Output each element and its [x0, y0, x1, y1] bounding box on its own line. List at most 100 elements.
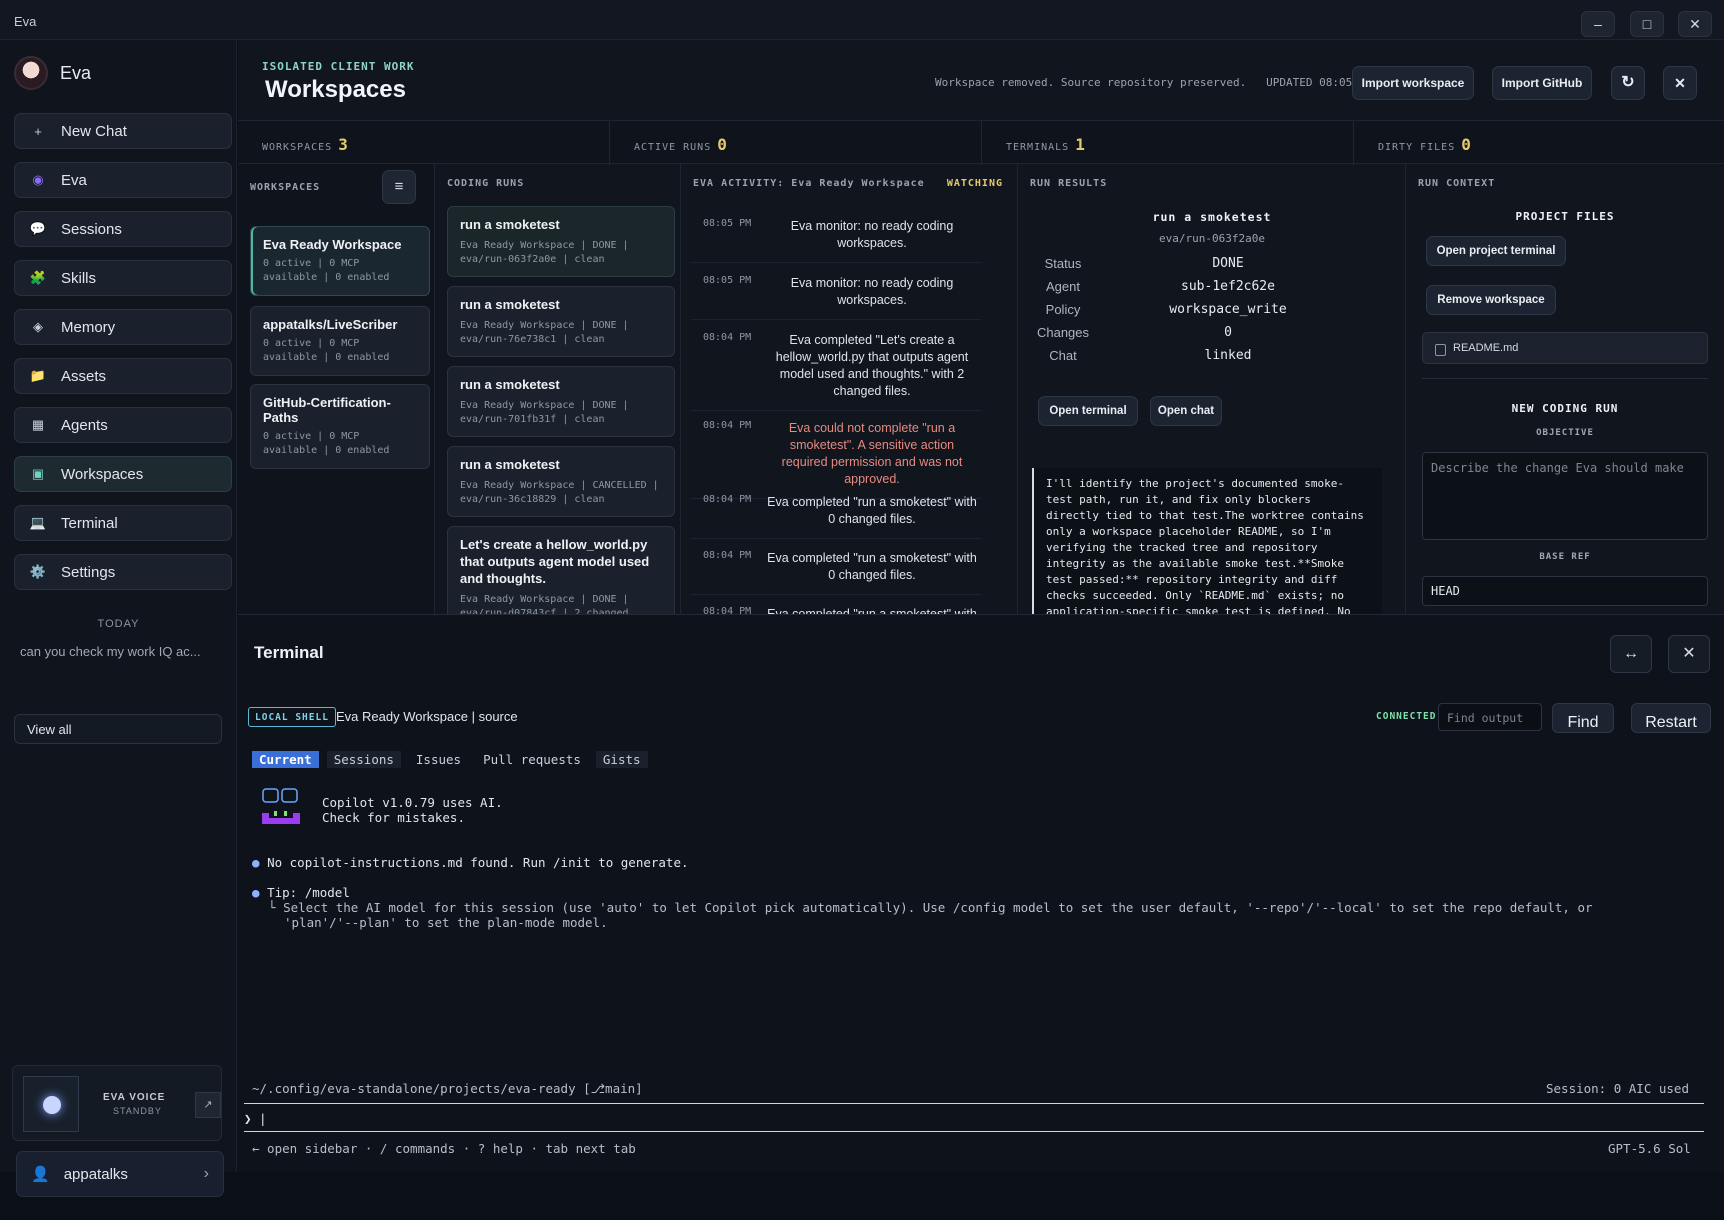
local-shell-badge: LOCAL SHELL: [248, 707, 336, 727]
voice-orb-icon[interactable]: [23, 1076, 79, 1132]
workspace-card[interactable]: GitHub-Certification-Paths 0 active | 0 …: [250, 384, 430, 469]
nav-terminal[interactable]: 💻 Terminal: [14, 505, 232, 541]
expand-icon[interactable]: ↗: [195, 1092, 221, 1118]
swap-horizontal-icon[interactable]: ↔: [1610, 635, 1652, 673]
nav-label: Assets: [61, 367, 107, 385]
tab-sessions[interactable]: Sessions: [326, 751, 401, 768]
run-title: Let's create a hellow_world.py that outp…: [460, 537, 650, 586]
tip-line: ● Tip: /model: [252, 885, 350, 900]
file-row-readme[interactable]: README.md: [1422, 332, 1708, 364]
workspace-card[interactable]: appatalks/LiveScriber 0 active | 0 MCP a…: [250, 306, 430, 376]
nav-sessions[interactable]: 💬 Sessions: [14, 211, 232, 247]
import-workspace-button[interactable]: Import workspace: [1352, 66, 1474, 100]
nav-label: Agents: [61, 416, 108, 434]
session-usage: Session: 0 AIC used: [1546, 1081, 1689, 1096]
objective-label: OBJECTIVE: [1536, 428, 1594, 438]
nav-assets[interactable]: 📁 Assets: [14, 358, 232, 394]
working-directory: ~/.config/eva-standalone/projects/eva-re…: [252, 1081, 643, 1096]
restart-button[interactable]: Restart: [1631, 703, 1711, 733]
import-github-button[interactable]: Import GitHub: [1492, 66, 1592, 100]
message-line: ● No copilot-instructions.md found. Run …: [252, 855, 689, 870]
activity-item-error: 08:04 PM Eva could not complete "run a sm…: [691, 420, 981, 499]
open-chat-button[interactable]: Open chat: [1150, 396, 1222, 426]
view-all-button[interactable]: View all: [14, 714, 222, 744]
page-eyebrow: ISOLATED CLIENT WORK: [262, 60, 415, 73]
minimize-button[interactable]: –: [1581, 11, 1615, 37]
run-meta: Eva Ready Workspace | DONE | eva/run-063…: [460, 240, 629, 265]
activity-column: EVA ACTIVITY: Eva Ready Workspace WATCHI…: [681, 164, 1018, 614]
brand[interactable]: Eva: [14, 56, 91, 90]
nav-memory[interactable]: ◈ Memory: [14, 309, 232, 345]
refresh-icon[interactable]: ↻: [1611, 66, 1645, 100]
model-name: GPT-5.6 Sol: [1608, 1141, 1691, 1156]
run-card[interactable]: run a smoketest Eva Ready Workspace | DO…: [447, 366, 675, 437]
result-branch: eva/run-063f2a0e: [1159, 232, 1265, 245]
terminal-tabs: Current Sessions Issues Pull requests Gi…: [252, 751, 648, 768]
close-terminal-button[interactable]: ✕: [1668, 635, 1710, 673]
today-heading: TODAY: [97, 618, 140, 630]
open-terminal-button[interactable]: Open terminal: [1038, 396, 1138, 426]
banner-line-1: Copilot v1.0.79 uses AI.: [322, 795, 503, 810]
activity-item: 08:04 PM Eva completed "run a smoketest" …: [691, 494, 981, 539]
tab-gists[interactable]: Gists: [595, 751, 648, 768]
coding-runs-heading: CODING RUNS: [447, 178, 525, 189]
sidebar: Eva + New Chat ◉ Eva 💬 Sessions 🧩 Skills ◈ Me…: [0, 40, 237, 1197]
stat-terminals: TERMINALS 1: [982, 121, 1354, 165]
status-message: Workspace removed. Source repository pre…: [935, 76, 1373, 89]
run-title: run a smoketest: [460, 457, 560, 472]
speech-bubble-icon: 💬: [29, 221, 47, 236]
recent-chat-item[interactable]: can you check my work IQ ac...: [20, 644, 220, 659]
watching-badge: WATCHING: [946, 178, 1003, 189]
run-card[interactable]: run a smoketest Eva Ready Workspace | CA…: [447, 446, 675, 517]
nav-agents[interactable]: ▦ Agents: [14, 407, 232, 443]
user-icon: 👤: [31, 1166, 50, 1183]
stat-workspaces: WORKSPACES 3: [238, 121, 610, 165]
activity-item: 08:04 PM Eva completed "run a smoketest" …: [691, 550, 981, 595]
nav-new-chat[interactable]: + New Chat: [14, 113, 232, 149]
tab-current[interactable]: Current: [252, 751, 319, 768]
run-card[interactable]: run a smoketest Eva Ready Workspace | DO…: [447, 286, 675, 357]
nav-settings[interactable]: ⚙️ Settings: [14, 554, 232, 590]
run-card[interactable]: Let's create a hellow_world.py that outp…: [447, 526, 675, 614]
maximize-button[interactable]: □: [1630, 11, 1664, 37]
window-close-button[interactable]: ✕: [1678, 11, 1712, 37]
menu-icon[interactable]: ≡: [382, 170, 416, 204]
window-title: Eva: [14, 14, 37, 29]
prompt-input[interactable]: ❯ |: [244, 1111, 267, 1126]
nav-label: New Chat: [61, 122, 127, 140]
run-results-column: RUN RESULTS run a smoketest eva/run-063f…: [1018, 164, 1406, 614]
workspace-card[interactable]: Eva Ready Workspace 0 active | 0 MCP ava…: [250, 226, 430, 296]
base-ref-input[interactable]: HEAD: [1422, 576, 1708, 606]
nav-workspaces[interactable]: ▣ Workspaces: [14, 456, 232, 492]
run-meta: Eva Ready Workspace | CANCELLED | eva/ru…: [460, 480, 659, 505]
remove-workspace-button[interactable]: Remove workspace: [1426, 285, 1556, 315]
nav-label: Settings: [61, 563, 116, 581]
tab-pull-requests[interactable]: Pull requests: [476, 751, 588, 768]
brand-name: Eva: [60, 62, 92, 83]
nav-eva[interactable]: ◉ Eva: [14, 162, 232, 198]
terminal-source: Eva Ready Workspace | source: [336, 709, 518, 724]
objective-input[interactable]: Describe the change Eva should make: [1422, 452, 1708, 540]
workspace-meta: 0 active | 0 MCP available | 0 enabled: [263, 338, 390, 363]
run-meta: Eva Ready Workspace | DONE | eva/run-76e…: [460, 320, 629, 345]
run-context-heading: RUN CONTEXT: [1418, 178, 1496, 189]
new-coding-run-heading: NEW CODING RUN: [1511, 402, 1619, 415]
open-project-terminal-button[interactable]: Open project terminal: [1426, 236, 1566, 266]
nav-skills[interactable]: 🧩 Skills: [14, 260, 232, 296]
result-title: run a smoketest: [1152, 210, 1272, 224]
workspaces-heading: WORKSPACES: [250, 182, 321, 193]
terminal-title: Terminal: [254, 643, 324, 662]
tab-issues[interactable]: Issues: [409, 751, 468, 768]
connection-status: CONNECTED: [1376, 711, 1437, 722]
close-page-button[interactable]: ✕: [1663, 66, 1697, 100]
voice-title: EVA VOICE: [103, 1092, 166, 1103]
puzzle-icon: 🧩: [29, 270, 47, 285]
run-meta: Eva Ready Workspace | DONE | eva/run-701…: [460, 400, 629, 425]
run-card[interactable]: run a smoketest Eva Ready Workspace | DO…: [447, 206, 675, 277]
nav-label: Skills: [61, 269, 97, 287]
find-button[interactable]: Find: [1552, 703, 1614, 733]
find-output-input[interactable]: Find output: [1438, 703, 1542, 731]
activity-item: 08:05 PM Eva monitor: no ready coding wor…: [691, 218, 981, 263]
user-profile-button[interactable]: 👤 appatalks ›: [16, 1151, 224, 1197]
tip-detail-line-2: 'plan'/'--plan' to set the plan-mode mod…: [284, 915, 608, 930]
